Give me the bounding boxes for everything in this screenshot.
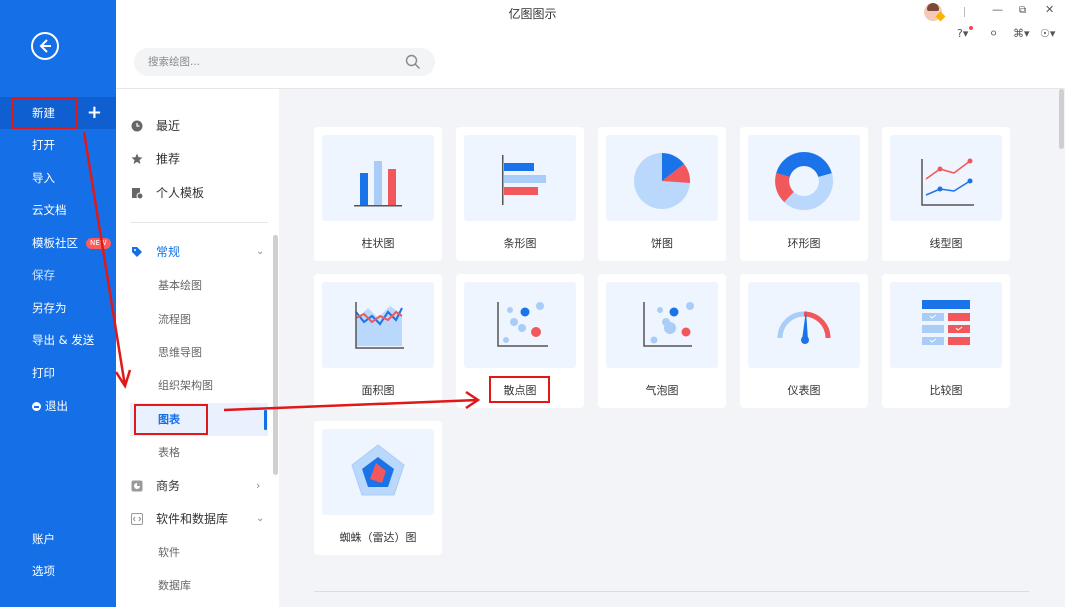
chart-card-pie[interactable]: 饼图 bbox=[598, 127, 726, 261]
business-icon bbox=[131, 480, 143, 492]
donut-chart-icon bbox=[775, 152, 833, 210]
chevron-right-icon: › bbox=[256, 479, 261, 492]
window-title: 亿图图示 bbox=[508, 7, 557, 21]
chart-card-line[interactable]: 线型图 bbox=[882, 127, 1010, 261]
sidebar-item-print[interactable]: 打印 bbox=[32, 363, 55, 383]
search-box bbox=[134, 48, 435, 76]
highlight-chart-category-box bbox=[134, 404, 208, 435]
subcategory-software[interactable]: 软件 bbox=[158, 543, 180, 563]
subcategory-table[interactable]: 表格 bbox=[158, 443, 180, 463]
sidebar-item-export-send[interactable]: 导出 & 发送 bbox=[32, 330, 94, 350]
highlight-scatter-box bbox=[489, 376, 550, 403]
sidebar-item-import[interactable]: 导入 bbox=[32, 168, 55, 188]
titlebar-divider bbox=[964, 7, 965, 17]
bell-icon[interactable]: ⚪ bbox=[989, 27, 998, 40]
sidebar-item-exit[interactable]: 退出 bbox=[32, 396, 68, 416]
tag-icon bbox=[132, 247, 142, 257]
category-general[interactable]: 常规 ⌄ bbox=[116, 241, 279, 263]
theme-shirt-icon[interactable]: ☉▾ bbox=[1040, 27, 1055, 40]
pie-chart-icon bbox=[634, 153, 691, 209]
subcategory-mindmap[interactable]: 思维导图 bbox=[158, 343, 202, 363]
personal-template-icon bbox=[132, 188, 143, 199]
category-personal-templates[interactable]: 个人模板 bbox=[116, 182, 279, 204]
radar-chart-icon bbox=[351, 444, 405, 496]
sidebar-item-save[interactable]: 保存 bbox=[32, 265, 55, 285]
chart-card-bar[interactable]: 柱状图 bbox=[314, 127, 442, 261]
notification-dot bbox=[969, 26, 973, 30]
chart-card-horizontal-bar[interactable]: 条形图 bbox=[456, 127, 584, 261]
category-scrollbar[interactable] bbox=[273, 235, 278, 475]
highlight-new-box bbox=[11, 98, 78, 129]
category-recent[interactable]: 最近 bbox=[116, 115, 279, 137]
chart-card-area[interactable]: 面积图 bbox=[314, 274, 442, 408]
bar-chart-icon bbox=[354, 161, 402, 207]
scatter-chart-icon bbox=[497, 302, 548, 347]
subcategory-orgchart[interactable]: 组织架构图 bbox=[158, 376, 213, 396]
left-sidebar: 新建 + 打开 导入 云文档 模板社区 NEW 保存 另存为 导出 & 发送 打印… bbox=[0, 0, 116, 607]
category-panel: 最近 推荐 个人模板 常规 ⌄ 基本绘图 流程图 思维导图 组织架构图 图表 表… bbox=[116, 89, 279, 607]
chevron-down-icon: ⌄ bbox=[256, 246, 265, 257]
category-software-database[interactable]: 软件和数据库 ⌄ bbox=[116, 508, 279, 530]
category-business[interactable]: 商务 › bbox=[116, 475, 279, 497]
code-icon bbox=[131, 513, 143, 525]
sidebar-item-options[interactable]: 选项 bbox=[32, 561, 55, 581]
chart-card-donut[interactable]: 环形图 bbox=[740, 127, 868, 261]
chart-card-comparison[interactable]: 比较图 bbox=[882, 274, 1010, 408]
search-input[interactable] bbox=[148, 54, 388, 70]
apps-grid-icon[interactable]: ⌘▾ bbox=[1013, 27, 1030, 40]
help-icon[interactable]: ?▾ bbox=[957, 27, 968, 40]
comparison-chart-icon bbox=[922, 300, 970, 345]
subcategory-basic[interactable]: 基本绘图 bbox=[158, 276, 202, 296]
area-chart-icon bbox=[355, 302, 404, 349]
chevron-down-icon: ⌄ bbox=[256, 513, 265, 524]
line-chart-icon bbox=[921, 158, 974, 206]
chart-card-radar[interactable]: 蜘蛛（雷达）图 bbox=[314, 421, 442, 555]
category-divider bbox=[130, 222, 268, 223]
horizontal-bar-chart-icon bbox=[502, 155, 546, 205]
chart-card-bubble[interactable]: 气泡图 bbox=[598, 274, 726, 408]
exit-icon bbox=[32, 402, 41, 411]
category-recommended[interactable]: 推荐 bbox=[116, 148, 279, 170]
clock-icon bbox=[131, 120, 143, 132]
close-icon[interactable]: ✕ bbox=[1045, 3, 1054, 16]
bubble-chart-icon bbox=[643, 302, 694, 347]
gallery-scrollbar[interactable] bbox=[1059, 89, 1064, 149]
restore-icon[interactable]: ⧉ bbox=[1019, 5, 1026, 16]
star-icon bbox=[131, 153, 143, 164]
sidebar-item-template-community[interactable]: 模板社区 NEW bbox=[32, 233, 111, 253]
sidebar-item-save-as[interactable]: 另存为 bbox=[32, 298, 67, 318]
subcategory-selected-bar bbox=[264, 410, 267, 430]
sidebar-item-cloud[interactable]: 云文档 bbox=[32, 200, 67, 220]
gallery-divider bbox=[314, 591, 1029, 592]
minimize-icon[interactable]: — bbox=[992, 3, 1003, 16]
subcategory-flowchart[interactable]: 流程图 bbox=[158, 310, 191, 330]
new-badge: NEW bbox=[86, 238, 111, 249]
chart-card-gauge[interactable]: 仪表图 bbox=[740, 274, 868, 408]
search-icon[interactable] bbox=[405, 54, 421, 70]
gauge-chart-icon bbox=[777, 310, 831, 344]
back-arrow-icon[interactable] bbox=[31, 32, 59, 60]
plus-icon[interactable]: + bbox=[87, 97, 102, 129]
subcategory-database[interactable]: 数据库 bbox=[158, 576, 191, 596]
sidebar-item-open[interactable]: 打开 bbox=[32, 135, 55, 155]
sidebar-item-account[interactable]: 账户 bbox=[32, 529, 55, 549]
